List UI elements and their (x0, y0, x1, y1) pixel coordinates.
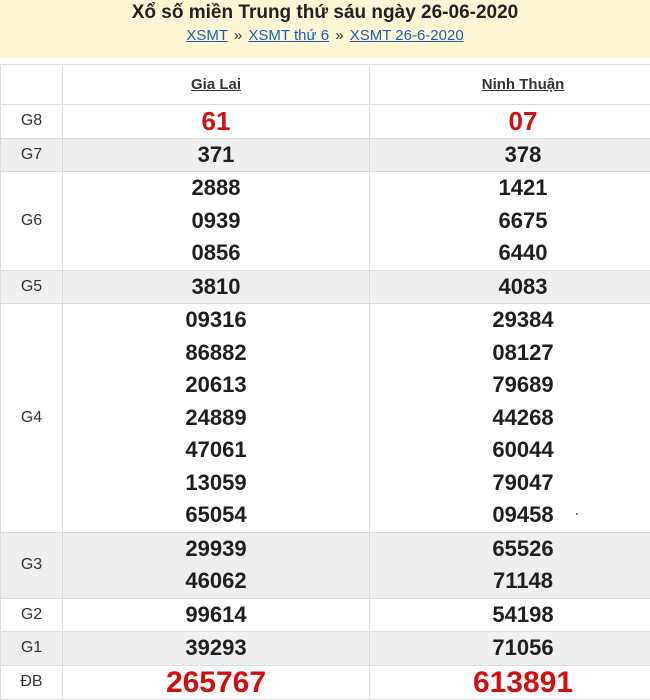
prize-number: 0856 (63, 237, 369, 270)
prize-number: 60044 (370, 434, 650, 467)
prize-number: 24889 (63, 402, 369, 435)
prize-number: 39293 (63, 632, 369, 665)
prize-label: G3 (1, 532, 63, 598)
prize-number: 0939 (63, 205, 369, 238)
page-header: Xổ số miền Trung thứ sáu ngày 26-06-2020… (0, 0, 650, 58)
prize-row-8: ĐB265767613891 (1, 665, 650, 699)
prize-number: 09316 (63, 304, 369, 337)
prize-label: G1 (1, 632, 63, 666)
prize-cell: 378 (370, 138, 650, 172)
prize-number: 1421 (370, 172, 650, 205)
prize-number: 08127 (370, 337, 650, 370)
province-header-ninh-thuan[interactable]: Ninh Thuận (370, 65, 650, 105)
prize-number: 29384 (370, 304, 650, 337)
prize-cell: 613891 (370, 665, 650, 699)
breadcrumb-link-xsmt-date[interactable]: XSMT 26-6-2020 (350, 27, 464, 44)
table-header-row: Gia Lai Ninh Thuận (1, 65, 650, 105)
prize-number: 54198 (370, 599, 650, 632)
prize-label: G5 (1, 270, 63, 304)
prize-number: 71056 (370, 632, 650, 665)
prize-label: G6 (1, 172, 63, 271)
prize-number: 61 (63, 105, 369, 138)
prize-label: ĐB (1, 665, 63, 699)
prize-number: 79689 (370, 369, 650, 402)
province-name[interactable]: Gia Lai (191, 76, 241, 93)
prize-cell: 4083 (370, 270, 650, 304)
prize-number: 378 (370, 139, 650, 172)
prize-number: 46062 (63, 565, 369, 598)
prize-row-1: G7371378 (1, 138, 650, 172)
prize-cell: 61 (63, 105, 370, 139)
prize-cell: 39293 (63, 632, 370, 666)
prize-number: 86882 (63, 337, 369, 370)
prize-number: 44268 (370, 402, 650, 435)
prize-number: 79047 (370, 467, 650, 500)
prize-cell: 54198 (370, 598, 650, 632)
prize-cell: 29384081277968944268600447904709458 (370, 304, 650, 533)
prize-label: G4 (1, 304, 63, 533)
prize-label: G2 (1, 598, 63, 632)
prize-row-7: G13929371056 (1, 632, 650, 666)
prize-row-0: G86107 (1, 105, 650, 139)
prize-number: 13059 (63, 467, 369, 500)
prize-cell: 3810 (63, 270, 370, 304)
prize-number: 265767 (63, 666, 369, 699)
prize-number: 613891 (370, 666, 650, 699)
prize-number: 65526 (370, 533, 650, 566)
prize-row-6: G29961454198 (1, 598, 650, 632)
results-table: Gia Lai Ninh Thuận G86107G7371378G628880… (0, 64, 650, 700)
page-title: Xổ số miền Trung thứ sáu ngày 26-06-2020 (0, 2, 650, 24)
results-body: G86107G7371378G6288809390856142166756440… (1, 105, 650, 700)
province-header-gia-lai[interactable]: Gia Lai (63, 65, 370, 105)
prize-number: 29939 (63, 533, 369, 566)
prize-row-4: G409316868822061324889470611305965054293… (1, 304, 650, 533)
stray-dot (576, 513, 578, 515)
prize-cell: 2993946062 (63, 532, 370, 598)
prize-number: 20613 (63, 369, 369, 402)
province-name[interactable]: Ninh Thuận (482, 76, 565, 93)
breadcrumb-separator: » (335, 27, 343, 44)
prize-number: 47061 (63, 434, 369, 467)
prize-cell: 99614 (63, 598, 370, 632)
prize-label: G8 (1, 105, 63, 139)
prize-number: 3810 (63, 271, 369, 304)
prize-label: G7 (1, 138, 63, 172)
breadcrumb-separator: » (234, 27, 242, 44)
prize-number: 6675 (370, 205, 650, 238)
prize-number: 71148 (370, 565, 650, 598)
prize-cell: 142166756440 (370, 172, 650, 271)
prize-number: 4083 (370, 271, 650, 304)
prize-cell: 6552671148 (370, 532, 650, 598)
prize-number: 07 (370, 105, 650, 138)
prize-row-3: G538104083 (1, 270, 650, 304)
prize-cell: 288809390856 (63, 172, 370, 271)
prize-cell: 07 (370, 105, 650, 139)
prize-cell: 71056 (370, 632, 650, 666)
prize-number: 2888 (63, 172, 369, 205)
header-corner-cell (1, 65, 63, 105)
breadcrumb-link-xsmt[interactable]: XSMT (186, 27, 227, 44)
prize-number: 371 (63, 139, 369, 172)
prize-number: 65054 (63, 499, 369, 532)
prize-number: 6440 (370, 237, 650, 270)
prize-number: 99614 (63, 599, 369, 632)
prize-row-2: G6288809390856142166756440 (1, 172, 650, 271)
prize-row-5: G329939460626552671148 (1, 532, 650, 598)
breadcrumb: XSMT » XSMT thứ 6 » XSMT 26-6-2020 (0, 26, 650, 46)
prize-cell: 265767 (63, 665, 370, 699)
prize-number: 09458 (370, 499, 650, 532)
prize-cell: 09316868822061324889470611305965054 (63, 304, 370, 533)
prize-cell: 371 (63, 138, 370, 172)
breadcrumb-link-xsmt-thu-6[interactable]: XSMT thứ 6 (248, 27, 329, 44)
